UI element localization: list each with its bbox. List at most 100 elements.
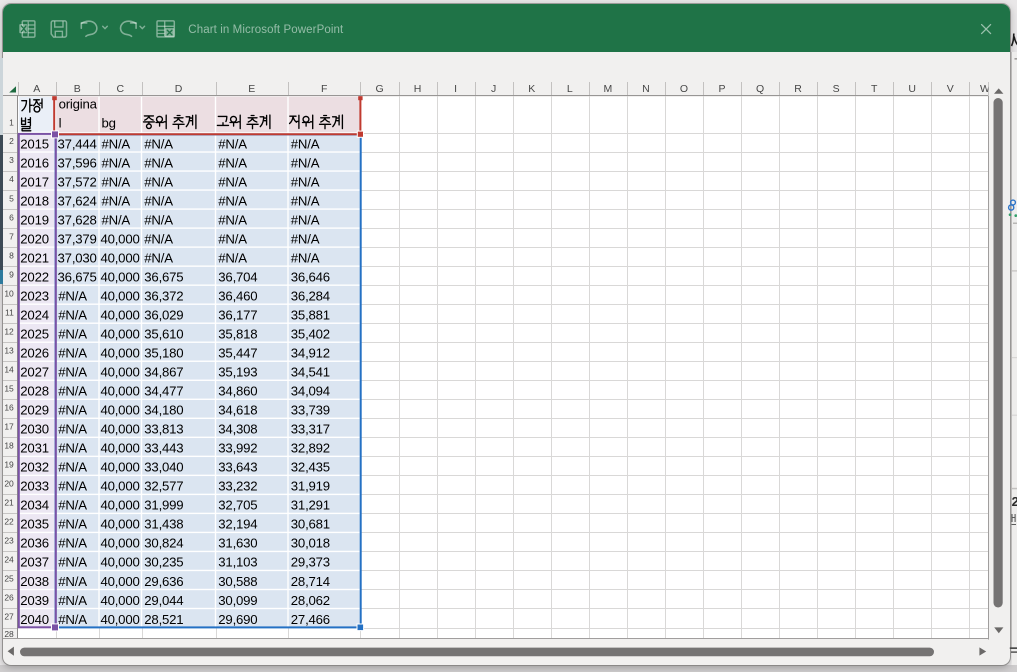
svg-text:2033: 2033 [20, 479, 49, 494]
svg-text:29,690: 29,690 [218, 612, 257, 627]
svg-text:3: 3 [9, 155, 14, 165]
svg-text:8: 8 [9, 250, 14, 260]
svg-text:33,992: 33,992 [218, 441, 257, 456]
svg-text:34,308: 34,308 [218, 422, 257, 437]
svg-text:29,044: 29,044 [144, 593, 183, 608]
svg-text:34,180: 34,180 [144, 403, 183, 418]
svg-text:22: 22 [4, 517, 14, 527]
svg-text:I: I [454, 83, 457, 95]
svg-text:33,443: 33,443 [144, 441, 183, 456]
svg-text:2024: 2024 [20, 307, 49, 322]
svg-text:2: 2 [9, 136, 14, 146]
svg-text:40,000: 40,000 [100, 536, 139, 551]
svg-text:bg: bg [102, 116, 116, 131]
svg-text:2039: 2039 [20, 593, 49, 608]
svg-text:37,628: 37,628 [58, 212, 97, 227]
svg-text:9: 9 [9, 269, 14, 279]
svg-text:#N/A: #N/A [58, 460, 87, 475]
svg-text:33,739: 33,739 [291, 403, 330, 418]
svg-text:28,521: 28,521 [144, 612, 183, 627]
svg-text:B: B [74, 83, 81, 95]
svg-text:2016: 2016 [20, 155, 49, 170]
svg-text:6: 6 [9, 212, 14, 222]
svg-text:2022: 2022 [20, 269, 49, 284]
svg-text:32,577: 32,577 [144, 479, 183, 494]
svg-text:D: D [175, 83, 183, 95]
svg-text:#N/A: #N/A [102, 193, 131, 208]
svg-text:#N/A: #N/A [58, 346, 87, 361]
svg-text:2030: 2030 [20, 422, 49, 437]
svg-text:28,062: 28,062 [291, 593, 330, 608]
svg-text:37,030: 37,030 [58, 250, 97, 265]
svg-text:36,284: 36,284 [291, 288, 330, 303]
svg-text:30,681: 30,681 [291, 517, 330, 532]
svg-text:#N/A: #N/A [291, 136, 320, 151]
svg-text:O: O [680, 83, 688, 95]
svg-text:#N/A: #N/A [144, 212, 173, 227]
svg-text:33,813: 33,813 [144, 422, 183, 437]
svg-text:#N/A: #N/A [291, 174, 320, 189]
svg-text:#N/A: #N/A [144, 250, 173, 265]
svg-text:#N/A: #N/A [102, 155, 131, 170]
svg-text:33,643: 33,643 [218, 460, 257, 475]
svg-text:25: 25 [4, 574, 14, 584]
svg-text:40,000: 40,000 [100, 593, 139, 608]
svg-text:L: L [567, 83, 573, 95]
svg-text:40,000: 40,000 [100, 288, 139, 303]
svg-text:31,919: 31,919 [291, 479, 330, 494]
svg-text:#N/A: #N/A [291, 193, 320, 208]
svg-text:40,000: 40,000 [100, 307, 139, 322]
svg-text:29,636: 29,636 [144, 574, 183, 589]
svg-text:31,438: 31,438 [144, 517, 183, 532]
svg-text:37,379: 37,379 [58, 231, 97, 246]
svg-text:K: K [528, 83, 535, 95]
svg-text:2(: 2( [1012, 494, 1017, 509]
svg-text:2035: 2035 [20, 517, 49, 532]
svg-text:#N/A: #N/A [58, 555, 87, 570]
svg-text:#N/A: #N/A [58, 612, 87, 627]
svg-text:40,000: 40,000 [100, 269, 139, 284]
svg-text:#N/A: #N/A [58, 422, 87, 437]
svg-text:2021: 2021 [20, 250, 49, 265]
svg-text:33,040: 33,040 [144, 460, 183, 475]
svg-text:35,402: 35,402 [291, 327, 330, 342]
svg-text:34,912: 34,912 [291, 346, 330, 361]
svg-text:24: 24 [4, 555, 14, 565]
svg-text:#N/A: #N/A [102, 174, 131, 189]
svg-text:20: 20 [4, 479, 14, 489]
svg-text:4: 4 [9, 174, 14, 184]
svg-text:2040: 2040 [20, 612, 49, 627]
svg-text:40,000: 40,000 [100, 441, 139, 456]
svg-text:40,000: 40,000 [100, 555, 139, 570]
svg-text:#N/A: #N/A [291, 250, 320, 265]
svg-text:29,373: 29,373 [291, 555, 330, 570]
svg-text:#N/A: #N/A [58, 574, 87, 589]
svg-text:30,588: 30,588 [218, 574, 257, 589]
svg-text:37,572: 37,572 [58, 174, 97, 189]
svg-text:7: 7 [9, 231, 14, 241]
svg-text:31,291: 31,291 [291, 498, 330, 513]
svg-text:31,999: 31,999 [144, 498, 183, 513]
svg-text:#N/A: #N/A [58, 384, 87, 399]
svg-text:30,235: 30,235 [144, 555, 183, 570]
svg-text:40,000: 40,000 [100, 574, 139, 589]
svg-text:32,705: 32,705 [218, 498, 257, 513]
svg-text:36,704: 36,704 [218, 269, 257, 284]
svg-text:14: 14 [4, 364, 14, 374]
svg-text:35,818: 35,818 [218, 327, 257, 342]
svg-text:40,000: 40,000 [100, 384, 139, 399]
svg-text:40,000: 40,000 [100, 231, 139, 246]
svg-text:#N/A: #N/A [58, 498, 87, 513]
svg-text:34,541: 34,541 [291, 365, 330, 380]
svg-text:31,630: 31,630 [218, 536, 257, 551]
svg-text:33,232: 33,232 [218, 479, 257, 494]
svg-text:40,000: 40,000 [100, 498, 139, 513]
svg-text:Q: Q [756, 83, 764, 95]
svg-text:#N/A: #N/A [58, 288, 87, 303]
svg-text:#N/A: #N/A [102, 212, 131, 227]
svg-text:V: V [947, 83, 954, 95]
svg-text:35,193: 35,193 [218, 365, 257, 380]
svg-text:40,000: 40,000 [100, 479, 139, 494]
svg-text:37,624: 37,624 [58, 193, 97, 208]
svg-text:J: J [491, 83, 496, 95]
